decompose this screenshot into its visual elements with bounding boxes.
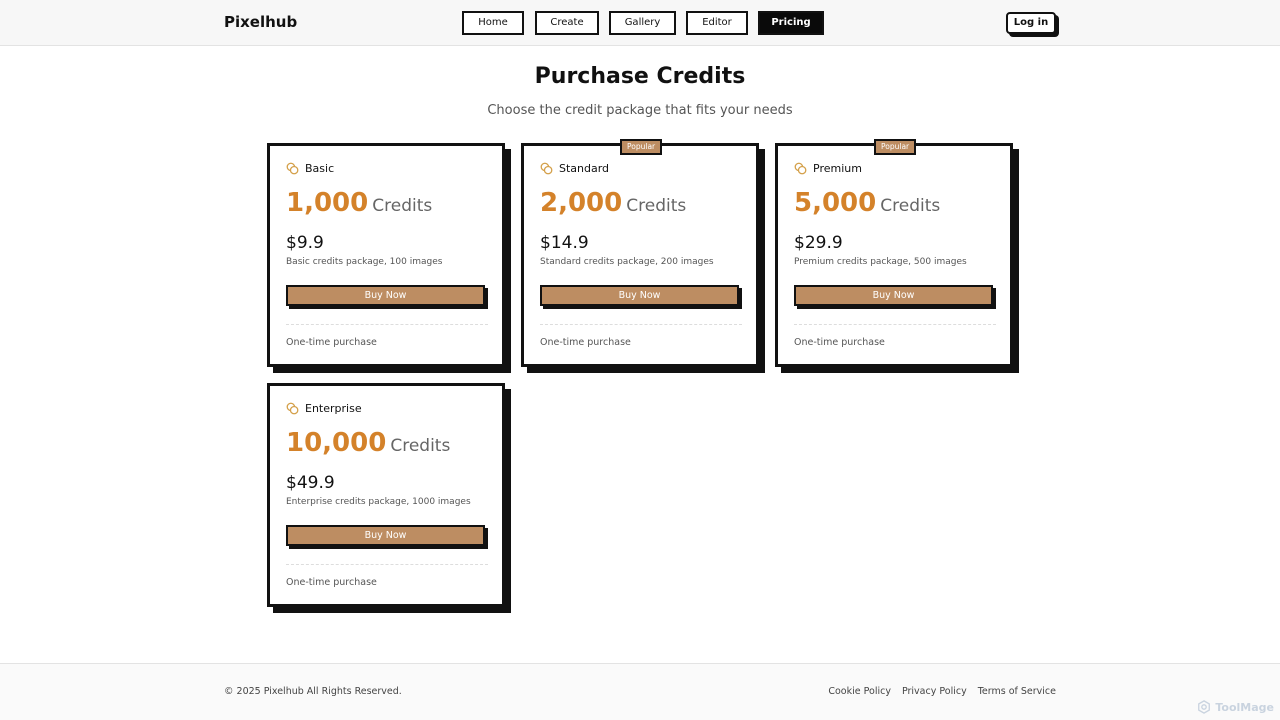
package-card-premium: Popular Premium 5,000 Credits $29.9 Premi… [775,139,1013,367]
package-card-standard: Popular Standard 2,000 Credits $14.9 Stan… [521,139,759,367]
card-header: Premium [794,162,862,175]
credits-amount: 10,000 Credits [286,428,450,458]
popular-badge: Popular [620,139,663,155]
credits-unit: Credits [390,436,451,456]
coins-icon [540,162,553,175]
package-price: $29.9 [794,233,843,253]
card-divider [794,324,996,325]
terms-of-service-link[interactable]: Terms of Service [978,686,1056,697]
package-card-basic: Basic 1,000 Credits $9.9 Basic credits pa… [267,143,505,367]
package-description: Premium credits package, 500 images [794,257,967,267]
privacy-policy-link[interactable]: Privacy Policy [902,686,967,697]
card-divider [540,324,742,325]
credits-unit: Credits [626,196,687,216]
buy-now-button[interactable]: Buy Now [794,285,993,306]
credits-number: 5,000 [794,188,877,218]
purchase-note: One-time purchase [794,337,885,348]
watermark-text: ToolMage [1215,700,1274,714]
package-price: $9.9 [286,233,324,253]
cookie-policy-link[interactable]: Cookie Policy [828,686,891,697]
nav-editor-button[interactable]: Editor [686,11,748,35]
login-button[interactable]: Log in [1006,12,1056,34]
credits-amount: 5,000 Credits [794,188,940,218]
package-price: $14.9 [540,233,589,253]
buy-now-button[interactable]: Buy Now [286,285,485,306]
package-name: Enterprise [305,402,362,415]
buy-now-button[interactable]: Buy Now [286,525,485,546]
card-divider [286,324,488,325]
package-description: Standard credits package, 200 images [540,257,714,267]
purchase-note: One-time purchase [540,337,631,348]
credits-unit: Credits [880,196,941,216]
card-header: Standard [540,162,609,175]
package-name: Basic [305,162,335,175]
footer-links: Cookie Policy Privacy Policy Terms of Se… [817,686,1056,697]
top-navbar: Pixelhub Home Create Gallery Editor Pric… [0,0,1280,46]
footer: © 2025 Pixelhub All Rights Reserved. Coo… [0,663,1280,720]
card-header: Basic [286,162,334,175]
copyright-text: © 2025 Pixelhub All Rights Reserved. [224,686,402,697]
coins-icon [286,162,299,175]
nav-create-button[interactable]: Create [535,11,599,35]
purchase-note: One-time purchase [286,337,377,348]
credits-number: 10,000 [286,428,387,458]
buy-now-button[interactable]: Buy Now [540,285,739,306]
package-description: Enterprise credits package, 1000 images [286,497,471,507]
package-name: Premium [813,162,862,175]
card-divider [286,564,488,565]
watermark: ToolMage [1197,700,1274,714]
nav-home-button[interactable]: Home [462,11,524,35]
credits-number: 2,000 [540,188,623,218]
package-card-enterprise: Enterprise 10,000 Credits $49.9 Enterpris… [267,383,505,607]
purchase-note: One-time purchase [286,577,377,588]
card-header: Enterprise [286,402,362,415]
credits-amount: 2,000 Credits [540,188,686,218]
coins-icon [794,162,807,175]
coins-icon [286,402,299,415]
package-price: $49.9 [286,473,335,493]
page-title: Purchase Credits [534,64,746,89]
package-name: Standard [559,162,610,175]
site-logo[interactable]: Pixelhub [224,13,297,31]
credits-number: 1,000 [286,188,369,218]
credits-unit: Credits [372,196,433,216]
package-description: Basic credits package, 100 images [286,257,443,267]
nav-pricing-button[interactable]: Pricing [758,11,824,35]
popular-badge: Popular [874,139,917,155]
page-subtitle: Choose the credit package that fits your… [487,103,793,118]
toolmage-logo-icon [1198,700,1211,714]
nav-gallery-button[interactable]: Gallery [609,11,676,35]
credits-amount: 1,000 Credits [286,188,432,218]
